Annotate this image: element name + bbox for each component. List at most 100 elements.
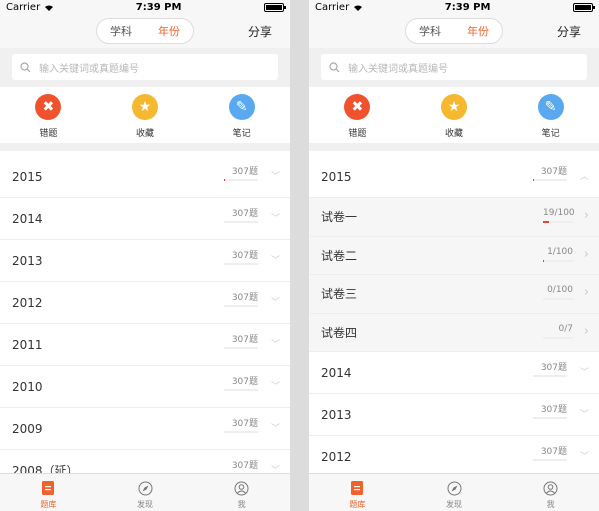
tab-question-bank[interactable]: 题库 <box>309 474 406 511</box>
year-row[interactable]: 2010 307题 ﹀ <box>0 366 290 408</box>
question-count: 307题 <box>231 419 258 429</box>
favorites-button[interactable]: ★ 收藏 <box>419 94 489 139</box>
document-icon <box>40 480 56 496</box>
question-count: 307题 <box>231 335 258 345</box>
wrong-questions-button[interactable]: ✖ 错题 <box>322 94 392 139</box>
star-icon: ★ <box>131 94 158 120</box>
tab-me[interactable]: 我 <box>502 474 599 511</box>
search-area: 输入关键词或真题编号 <box>309 48 599 87</box>
year-row[interactable]: 2012 307题 ﹀ <box>0 282 290 324</box>
progress-bar <box>543 298 573 300</box>
progress-bar <box>543 221 573 223</box>
shortcut-label: 错题 <box>348 129 367 139</box>
paper-row[interactable]: 试卷一 19/100 › <box>309 198 599 237</box>
segment-control: 学科 年份 <box>405 18 503 44</box>
notes-button[interactable]: ✎ 笔记 <box>207 94 277 139</box>
tab-discover[interactable]: 发现 <box>97 474 194 511</box>
chevron-down-icon: ﹀ <box>579 410 589 420</box>
progress-bar <box>533 375 567 377</box>
wrong-questions-button[interactable]: ✖ 错题 <box>13 94 83 139</box>
question-count: 1/100 <box>547 246 573 257</box>
shortcut-label: 收藏 <box>444 129 463 139</box>
progress-fill <box>543 221 549 223</box>
tab-me[interactable]: 我 <box>193 474 290 511</box>
progress-bar <box>533 459 567 461</box>
question-count: 307题 <box>231 167 258 177</box>
year-row[interactable]: 2014 307题 ﹀ <box>0 198 290 240</box>
progress-bar <box>224 347 258 349</box>
chevron-down-icon: ﹀ <box>579 452 589 462</box>
progress-bar <box>533 179 567 181</box>
paper-row[interactable]: 试卷三 0/100 › <box>309 275 599 314</box>
search-input[interactable]: 输入关键词或真题编号 <box>321 54 587 80</box>
chevron-down-icon: ﹀ <box>270 424 280 434</box>
share-button[interactable]: 分享 <box>557 23 581 40</box>
year-list: 2015 307题 ﹀ 2014 307题 ﹀ 2013 307题 ﹀ 2012 307题 ﹀ 2011… <box>0 156 290 473</box>
tab-label: 发现 <box>446 500 462 509</box>
status-bar: Carrier 7:39 PM <box>309 0 599 14</box>
tab-label: 题库 <box>349 500 366 509</box>
question-count: 307题 <box>540 363 567 373</box>
carrier-group: Carrier <box>315 1 363 13</box>
chevron-down-icon: ﹀ <box>270 256 280 266</box>
status-time: 7:39 PM <box>135 1 182 13</box>
year-row[interactable]: 2014 307题 ﹀ <box>309 352 599 394</box>
year-row[interactable]: 2008（延） 307题 ﹀ <box>0 450 290 473</box>
year-row[interactable]: 2012 307题 ﹀ <box>309 436 599 473</box>
progress-bar <box>224 221 258 223</box>
segment-subject[interactable]: 学科 <box>97 19 145 43</box>
chevron-down-icon: ﹀ <box>270 298 280 308</box>
question-count: 307题 <box>540 167 567 177</box>
battery-icon <box>573 2 595 12</box>
notes-button[interactable]: ✎ 笔记 <box>516 94 586 139</box>
chevron-down-icon: ﹀ <box>270 214 280 224</box>
chevron-right-icon: › <box>583 323 589 339</box>
year-row[interactable]: 2015 307题 ︿ <box>309 156 599 198</box>
year-row[interactable]: 2015 307题 ﹀ <box>0 156 290 198</box>
segment-control: 学科 年份 <box>96 18 194 44</box>
segment-year[interactable]: 年份 <box>145 19 193 43</box>
question-count: 307题 <box>540 447 567 457</box>
tab-question-bank[interactable]: 题库 <box>0 474 97 511</box>
screen-right: Carrier 7:39 PM 学科 年份 分享 输入关键词或真题编号 ✖ 错题… <box>309 0 599 511</box>
search-area: 输入关键词或真题编号 <box>0 48 290 87</box>
year-row[interactable]: 2013 307题 ﹀ <box>0 240 290 282</box>
battery-icon <box>264 2 286 12</box>
paper-row[interactable]: 试卷四 0/7 › <box>309 313 599 352</box>
close-icon: ✖ <box>344 94 371 120</box>
chevron-up-icon: ︿ <box>579 172 589 182</box>
question-count: 19/100 <box>543 208 575 218</box>
chevron-right-icon: › <box>583 246 589 262</box>
carrier-label: Carrier <box>315 1 350 13</box>
tab-label: 题库 <box>40 500 57 509</box>
question-count: 0/100 <box>547 285 573 295</box>
shortcut-label: 笔记 <box>232 129 251 139</box>
question-count: 307题 <box>231 461 258 471</box>
nav-bar: 学科 年份 分享 <box>309 14 599 48</box>
tab-discover[interactable]: 发现 <box>406 474 503 511</box>
chevron-right-icon: › <box>583 285 589 300</box>
close-icon: ✖ <box>35 94 62 120</box>
paper-row[interactable]: 试卷二 1/100 › <box>309 236 599 275</box>
share-button[interactable]: 分享 <box>248 23 272 40</box>
nav-bar: 学科 年份 分享 <box>0 14 290 48</box>
progress-bar <box>224 389 258 391</box>
tab-bar: 题库 发现 我 <box>309 473 599 511</box>
carrier-label: Carrier <box>6 1 41 13</box>
tab-label: 我 <box>546 500 555 509</box>
year-row[interactable]: 2009 307题 ﹀ <box>0 408 290 450</box>
year-row[interactable]: 2013 307题 ﹀ <box>309 394 599 436</box>
segment-subject[interactable]: 学科 <box>406 19 454 43</box>
chevron-down-icon: ﹀ <box>270 466 280 473</box>
progress-fill <box>533 179 535 181</box>
shortcut-bar: ✖ 错题 ★ 收藏 ✎ 笔记 <box>0 87 290 143</box>
search-input[interactable]: 输入关键词或真题编号 <box>12 54 278 80</box>
segment-year[interactable]: 年份 <box>454 19 502 43</box>
progress-bar <box>224 263 258 265</box>
year-row[interactable]: 2011 307题 ﹀ <box>0 324 290 366</box>
carrier-group: Carrier <box>6 1 54 13</box>
status-time: 7:39 PM <box>444 1 491 13</box>
shortcut-label: 收藏 <box>135 129 154 139</box>
progress-bar <box>543 336 573 339</box>
favorites-button[interactable]: ★ 收藏 <box>110 94 180 139</box>
